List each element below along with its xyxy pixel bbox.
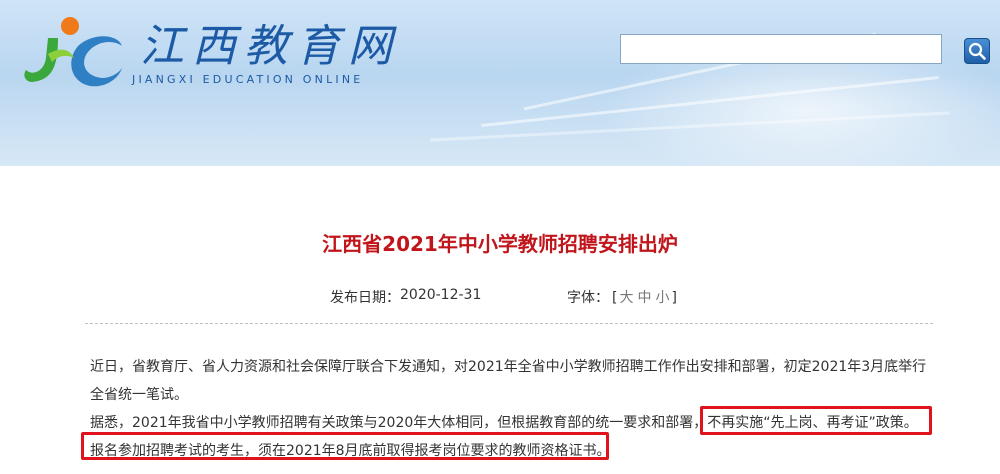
publish-date-value: 2020-12-31 [400, 287, 482, 303]
article-paragraph-1-line-1: 近日，省教育厅、省人力资源和社会保障厅联合下发通知，对2021年全省中小学教师招… [90, 359, 927, 375]
article-title: 江西省2021年中小学教师招聘安排出炉 [322, 232, 678, 256]
logo-graphic [24, 17, 122, 87]
search-icon [968, 42, 986, 60]
bracket-close: ] [671, 290, 677, 306]
article-paragraph-1-line-2: 全省统一笔试。 [90, 387, 188, 403]
site-subtitle: JIANGXI EDUCATION ONLINE [132, 73, 364, 86]
font-size-label: 字体： [567, 290, 609, 306]
highlight-box-policy [700, 406, 932, 435]
bracket-open: [ [612, 290, 618, 306]
font-size-control: [大中小] [612, 287, 677, 307]
highlight-box-requirement [81, 432, 609, 460]
search-button[interactable] [964, 38, 990, 64]
font-size-small-link[interactable]: 小 [655, 290, 669, 306]
font-size-large-link[interactable]: 大 [619, 290, 633, 306]
site-header: 江西教育网 JIANGXI EDUCATION ONLINE [0, 0, 1000, 166]
site-title: 江西教育网 [140, 21, 400, 72]
title-divider [85, 323, 933, 324]
jc-logo-icon[interactable] [18, 10, 138, 94]
publish-date-label: 发布日期： [330, 290, 400, 306]
search-input[interactable] [620, 34, 942, 64]
font-size-medium-link[interactable]: 中 [637, 290, 651, 306]
